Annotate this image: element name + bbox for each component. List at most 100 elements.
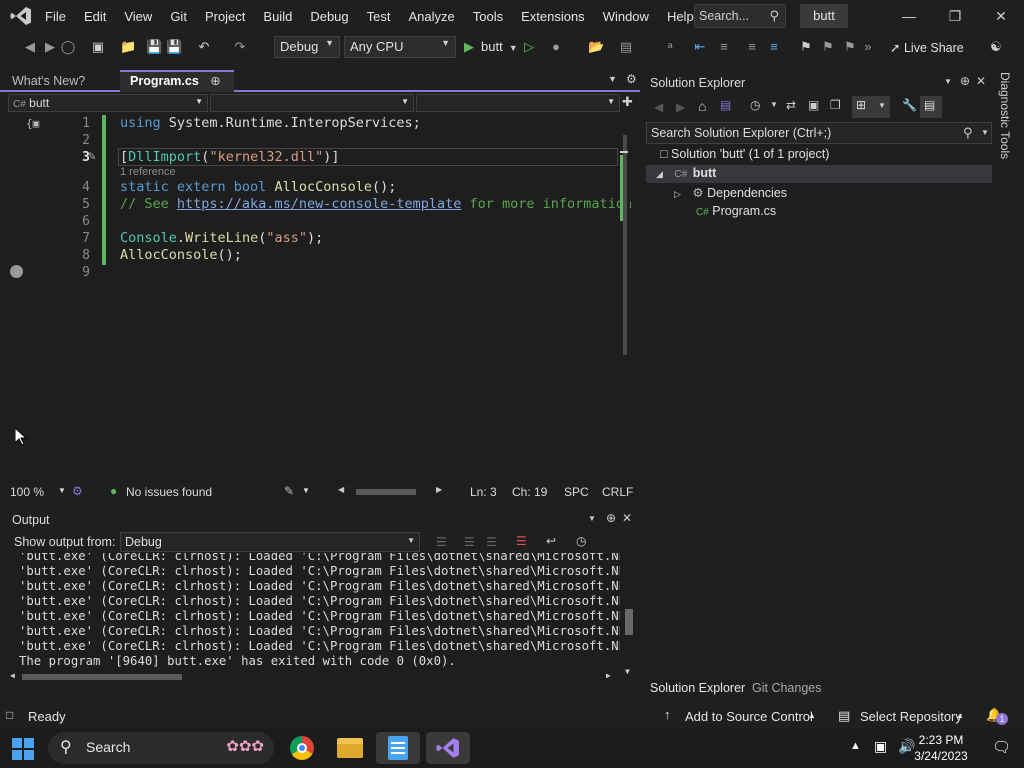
windows-start-icon[interactable] xyxy=(12,738,34,760)
minimize-button[interactable]: — xyxy=(886,0,932,32)
new-project-icon[interactable]: ▣ xyxy=(90,39,106,55)
tree-dependencies-node[interactable]: ▷ ⚙ Dependencies xyxy=(674,185,787,200)
panel-options-icon[interactable]: ▼ xyxy=(588,514,596,523)
format-icon[interactable]: ≡ xyxy=(716,39,732,55)
forward-icon[interactable]: ▶ xyxy=(676,100,685,114)
start-debugging-button[interactable]: ▶ butt ▼ xyxy=(464,39,518,55)
menu-analyze[interactable]: Analyze xyxy=(399,9,463,24)
undo-icon[interactable]: ↶ xyxy=(196,39,212,55)
line-ending-indicator[interactable]: CRLF xyxy=(602,485,633,499)
sync-icon[interactable]: ⇄ xyxy=(786,98,796,112)
zoom-level[interactable]: 100 % xyxy=(10,485,44,499)
back-icon[interactable]: ◀ xyxy=(654,100,663,114)
back-icon[interactable]: ◀ xyxy=(22,39,38,55)
tab-whats-new[interactable]: What's New? xyxy=(2,70,95,92)
outdent-icon[interactable]: ≡ xyxy=(766,39,782,55)
hot-reload-icon[interactable]: ● xyxy=(548,39,564,55)
menu-build[interactable]: Build xyxy=(254,9,301,24)
pin-icon[interactable]: ⊕ xyxy=(606,511,616,525)
scrollbar-thumb[interactable] xyxy=(623,135,627,355)
split-editor-icon[interactable]: ✚ xyxy=(622,94,633,110)
project-nav-select[interactable]: C# butt ▼ xyxy=(8,94,208,112)
clock-icon[interactable]: ◷ xyxy=(576,534,586,548)
word-wrap-icon[interactable]: ↩ xyxy=(546,534,556,548)
pin-icon[interactable]: ⊕ xyxy=(960,74,970,88)
feedback-icon[interactable]: ☯ xyxy=(988,39,1004,55)
member-nav-select[interactable]: ▼ xyxy=(416,94,620,112)
switch-views-icon[interactable]: ▤ xyxy=(720,98,731,112)
close-icon[interactable]: ✕ xyxy=(622,511,632,525)
restore-button[interactable]: ❐ xyxy=(932,0,978,32)
code-cleanup-brush-icon[interactable]: ✎ xyxy=(284,484,294,498)
notepad-app-icon[interactable] xyxy=(376,732,420,764)
issues-status[interactable]: No issues found xyxy=(126,485,212,499)
chevron-down-icon[interactable]: ▼ xyxy=(770,100,778,109)
pin-icon[interactable]: ⊕ xyxy=(210,74,220,88)
tab-program-cs[interactable]: Program.cs ⊕ ✕ xyxy=(120,70,234,106)
menu-test[interactable]: Test xyxy=(358,9,400,24)
close-icon[interactable]: ✕ xyxy=(976,74,986,88)
network-icon[interactable]: ▣ xyxy=(874,738,887,755)
editor-horizontal-scrollbar[interactable]: ◀ ▶ xyxy=(338,485,448,497)
properties-wrench-icon[interactable]: 🔧 xyxy=(902,98,917,112)
menu-file[interactable]: File xyxy=(36,9,75,24)
scrollbar-thumb[interactable] xyxy=(625,609,633,635)
indent-icon[interactable]: ≡ xyxy=(744,39,760,55)
scroll-right-icon[interactable]: ▶ xyxy=(436,485,442,494)
whitespace-indicator[interactable]: SPC xyxy=(564,485,589,499)
spell-check-icon[interactable]: ᵃ xyxy=(662,39,678,55)
editor-vertical-scrollbar[interactable] xyxy=(620,135,630,481)
bookmark-icon[interactable]: ⚑ xyxy=(798,39,814,55)
expanded-arrow-icon[interactable]: ◢ xyxy=(656,169,663,179)
tab-solution-explorer[interactable]: Solution Explorer xyxy=(650,681,745,695)
taskbar-search[interactable]: ⚲ Search ✿✿✿ xyxy=(48,732,274,764)
tray-overflow-icon[interactable]: ▲ xyxy=(850,740,861,752)
menu-window[interactable]: Window xyxy=(594,9,658,24)
home-icon[interactable]: ⌂ xyxy=(698,98,706,114)
reference-count-hint[interactable]: 1 reference xyxy=(120,166,176,178)
code-editor[interactable]: {▣ 1 2 3 ✎ 4 5 6 7 8 9 using System.Runt… xyxy=(8,113,638,483)
settings-gear-icon[interactable]: ⚙ xyxy=(626,72,637,86)
solution-folder-icon[interactable]: 📂 xyxy=(588,39,604,55)
tree-project-node[interactable]: ◢ C# butt xyxy=(646,165,992,183)
start-without-debugging-icon[interactable]: ▷ xyxy=(524,39,534,55)
global-search-box[interactable]: Search... ⚲ xyxy=(694,4,786,28)
save-icon[interactable]: 💾 xyxy=(146,39,162,55)
select-repository-button[interactable]: Select Repository xyxy=(860,709,962,724)
tab-git-changes[interactable]: Git Changes xyxy=(752,681,821,695)
next-message-icon[interactable]: ☰ xyxy=(486,535,497,549)
output-horizontal-scrollbar[interactable]: ◀ ▶ xyxy=(8,671,620,683)
collapsed-arrow-icon[interactable]: ▷ xyxy=(674,189,681,199)
chevron-up-icon[interactable]: ▲ xyxy=(956,711,964,720)
breakpoint-hint-icon[interactable] xyxy=(10,265,23,278)
tree-solution-node[interactable]: □ Solution 'butt' (1 of 1 project) xyxy=(660,147,829,161)
menu-debug[interactable]: Debug xyxy=(301,9,357,24)
menu-project[interactable]: Project xyxy=(196,9,254,24)
configuration-select[interactable]: Debug ▼ xyxy=(274,36,340,58)
solution-name-badge[interactable]: butt xyxy=(800,4,848,28)
scrollbar-thumb[interactable] xyxy=(356,489,416,495)
visual-studio-app-icon[interactable] xyxy=(426,732,470,764)
output-source-select[interactable]: Debug ▼ xyxy=(120,532,420,552)
platform-select[interactable]: Any CPU ▼ xyxy=(344,36,456,58)
open-folder-icon[interactable]: 📁 xyxy=(120,39,136,55)
close-window-button[interactable]: ✕ xyxy=(978,0,1024,32)
menu-git[interactable]: Git xyxy=(161,9,196,24)
find-message-icon[interactable]: ☰ xyxy=(436,535,447,549)
chevron-up-icon[interactable]: ▲ xyxy=(808,711,816,720)
chevron-down-icon[interactable]: ▼ xyxy=(981,128,989,137)
save-all-icon[interactable]: 💾 xyxy=(166,39,182,55)
menu-edit[interactable]: Edit xyxy=(75,9,115,24)
step-icon[interactable]: ⇤ xyxy=(692,39,708,55)
output-vertical-scrollbar[interactable]: ▼ xyxy=(620,553,638,683)
panel-options-icon[interactable]: ▼ xyxy=(944,77,952,86)
chevron-down-icon[interactable]: ▼ xyxy=(302,486,310,495)
code-structure-icon[interactable]: {▣ xyxy=(26,117,39,130)
prev-message-icon[interactable]: ☰ xyxy=(464,535,475,549)
template-link[interactable]: https://aka.ms/new-console-template xyxy=(177,196,461,212)
forward-dim-icon[interactable]: ◯ xyxy=(60,39,76,55)
scrollbar-thumb[interactable] xyxy=(22,674,182,680)
scroll-right-icon[interactable]: ▶ xyxy=(606,671,611,680)
pending-changes-icon[interactable]: ◷ xyxy=(750,98,760,112)
diagnostic-tools-side-tab[interactable]: Diagnostic Tools xyxy=(996,70,1020,230)
